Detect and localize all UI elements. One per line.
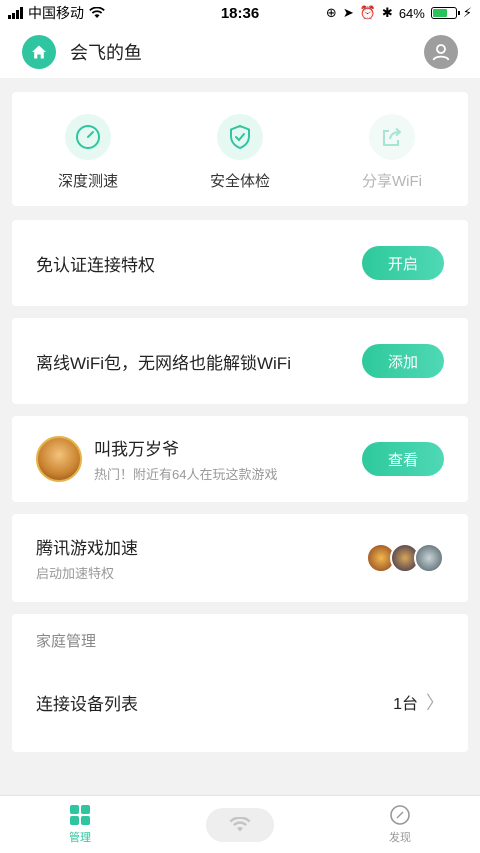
share-wifi-tool[interactable]: 分享WiFi bbox=[316, 92, 468, 206]
charging-icon: ⚡ bbox=[462, 5, 472, 20]
grid-icon bbox=[70, 805, 90, 825]
user-icon bbox=[432, 44, 450, 61]
location-icon: ➤ bbox=[342, 5, 354, 20]
battery-level bbox=[432, 9, 447, 17]
game-accel-card[interactable]: 腾讯游戏加速 启动加速特权 bbox=[12, 514, 468, 602]
home-button[interactable] bbox=[22, 35, 56, 69]
tab-discover-label: 发现 bbox=[389, 832, 411, 844]
battery-icon bbox=[430, 7, 460, 19]
tab-manage-label: 管理 bbox=[69, 832, 91, 844]
home-icon bbox=[32, 45, 46, 59]
offline-wifi-card: 离线WiFi包，无网络也能解锁WiFi 添加 bbox=[12, 318, 468, 404]
device-list-row[interactable]: 连接设备列表 1台 〉 bbox=[36, 689, 444, 715]
security-check-tool[interactable]: 安全体检 bbox=[164, 92, 316, 206]
share-icon bbox=[383, 127, 402, 146]
user-name: 会飞的鱼 bbox=[70, 43, 142, 63]
game-title: 叫我万岁爷 bbox=[94, 440, 179, 459]
hero-avatar bbox=[414, 543, 444, 573]
family-title: 家庭管理 bbox=[36, 633, 97, 650]
family-card: 家庭管理 连接设备列表 1台 〉 bbox=[12, 614, 468, 752]
view-button[interactable]: 查看 bbox=[362, 442, 444, 476]
offline-wifi-title: 离线WiFi包，无网络也能解锁WiFi bbox=[36, 353, 291, 373]
bluetooth-icon: ✱ bbox=[381, 5, 393, 20]
game-card: 叫我万岁爷 热门！附近有64人在玩这款游戏 查看 bbox=[12, 416, 468, 502]
signal-icon bbox=[8, 7, 23, 19]
profile-avatar-button[interactable] bbox=[424, 35, 458, 69]
wifi-status-icon bbox=[89, 7, 105, 18]
game-accel-subtitle: 启动加速特权 bbox=[36, 566, 115, 581]
alarm-icon: ⏰ bbox=[359, 5, 376, 20]
hero-avatars bbox=[366, 543, 444, 573]
tools-card: 深度测速 安全体检 分享WiFi bbox=[12, 92, 468, 206]
speed-test-label: 深度测速 bbox=[57, 173, 118, 190]
carrier-label: 中国移动 bbox=[28, 5, 84, 21]
share-wifi-label: 分享WiFi bbox=[362, 173, 422, 190]
battery-percent: 64% bbox=[398, 5, 425, 21]
tab-manage[interactable]: 管理 bbox=[0, 796, 160, 853]
game-subtitle: 热门！附近有64人在玩这款游戏 bbox=[94, 467, 278, 482]
device-count: 1台 bbox=[393, 696, 418, 713]
chevron-right-icon: 〉 bbox=[426, 693, 444, 713]
speedometer-icon bbox=[76, 125, 100, 149]
shield-check-icon bbox=[230, 124, 250, 150]
enable-button[interactable]: 开启 bbox=[362, 246, 444, 280]
lock-rotation-icon: ⊕ bbox=[325, 5, 337, 20]
tab-discover[interactable]: 发现 bbox=[320, 796, 480, 853]
speed-test-tool[interactable]: 深度测速 bbox=[12, 92, 164, 206]
device-list-label: 连接设备列表 bbox=[36, 694, 138, 714]
wifi-icon bbox=[229, 816, 251, 831]
clock: 18:36 bbox=[220, 4, 260, 22]
security-check-label: 安全体检 bbox=[209, 173, 270, 190]
status-bar: 中国移动 18:36 ⊕ ➤ ⏰ ✱ 64% ⚡ bbox=[0, 0, 480, 26]
tab-bar: 管理 发现 bbox=[0, 795, 480, 853]
tab-wifi[interactable] bbox=[160, 796, 320, 853]
compass-icon bbox=[390, 805, 410, 825]
free-auth-card: 免认证连接特权 开启 bbox=[12, 220, 468, 306]
app-header: 会飞的鱼 bbox=[0, 26, 480, 78]
game-accel-title: 腾讯游戏加速 bbox=[36, 539, 138, 558]
game-avatar bbox=[36, 436, 82, 482]
free-auth-title: 免认证连接特权 bbox=[36, 255, 155, 275]
add-button[interactable]: 添加 bbox=[362, 344, 444, 378]
